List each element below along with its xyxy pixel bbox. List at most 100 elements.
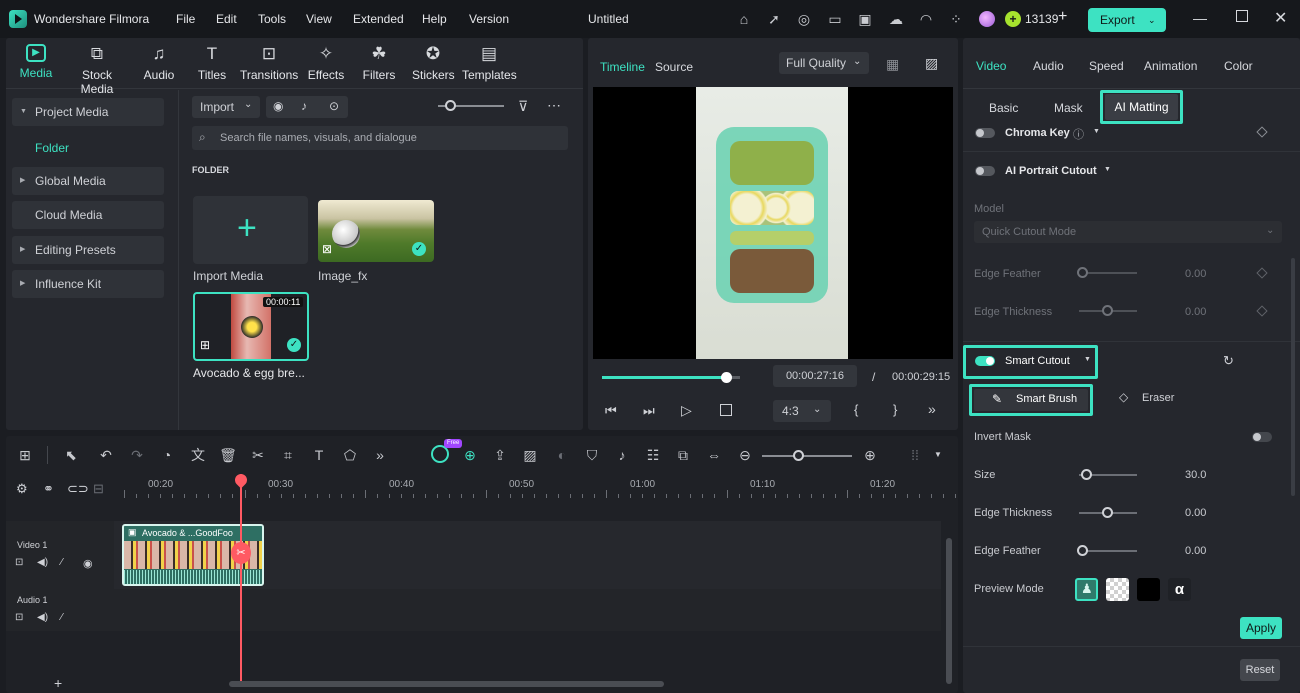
redo-icon[interactable]: ↷ xyxy=(128,446,146,464)
more-controls-icon[interactable]: » xyxy=(928,401,936,417)
tool-stock-media[interactable]: ⧉ Stock Media xyxy=(64,44,130,96)
smart-brush-button[interactable]: ✎ Smart Brush xyxy=(974,389,1088,411)
eraser-button[interactable]: Eraser xyxy=(1142,392,1174,404)
undo-icon[interactable]: ↶ xyxy=(97,446,115,464)
preview-mode-transparent-icon[interactable] xyxy=(1106,578,1129,601)
import-media-tile[interactable]: + xyxy=(193,196,308,264)
link-icon[interactable]: ⊂⊃ xyxy=(67,481,89,497)
invert-mask-toggle[interactable] xyxy=(1252,432,1272,442)
chroma-key-toggle[interactable] xyxy=(975,128,995,138)
caret-down-icon[interactable]: ▼ xyxy=(934,450,942,459)
save-icon[interactable]: ▣ xyxy=(856,10,874,28)
edge-thickness-knob[interactable] xyxy=(1102,305,1113,316)
close-icon[interactable]: ✕ xyxy=(1274,8,1287,28)
tool-audio[interactable]: ♫ Audio xyxy=(140,44,178,82)
media-item-avocado-video[interactable]: 00:00:11 ⊞ ✓ xyxy=(193,292,309,361)
select-tool-icon[interactable]: ⬉ xyxy=(62,446,80,464)
layout-grid-icon[interactable]: ⊞ xyxy=(16,446,34,464)
replace-icon[interactable]: ⇪ xyxy=(491,446,509,464)
voiceover-icon[interactable]: ⊙ xyxy=(329,99,339,113)
unlink-icon[interactable]: ⚭ xyxy=(43,481,54,497)
minimize-icon[interactable]: — xyxy=(1193,10,1207,26)
sidebar-item-editing-presets[interactable]: ▶ Editing Presets xyxy=(12,236,164,264)
shape-icon[interactable]: ⬠ xyxy=(341,446,359,464)
subtab-ai-matting[interactable]: AI Matting xyxy=(1105,94,1178,120)
size-knob[interactable] xyxy=(1081,469,1092,480)
zoom-in-icon[interactable]: ⊕ xyxy=(861,446,879,464)
subtab-basic[interactable]: Basic xyxy=(989,101,1018,115)
sidebar-item-influence-kit[interactable]: ▶ Influence Kit xyxy=(12,270,164,298)
magic-icon[interactable]: ⁄ xyxy=(61,612,63,623)
edge-feather-value[interactable]: 0.00 xyxy=(1185,545,1206,557)
avatar[interactable] xyxy=(979,11,995,27)
tool-media[interactable]: ▶ Media xyxy=(14,44,58,80)
menu-extended[interactable]: Extended xyxy=(353,12,404,26)
menu-version[interactable]: Version xyxy=(469,12,509,26)
tool-templates[interactable]: ▤ Templates xyxy=(462,44,517,82)
more-options-icon[interactable]: ⋯ xyxy=(547,97,561,114)
filter-icon[interactable]: ⊽ xyxy=(518,98,528,115)
eraser-icon[interactable]: ◇ xyxy=(1119,390,1128,404)
community-icon[interactable]: ◎ xyxy=(795,10,813,28)
magic-icon[interactable]: ⁄ xyxy=(61,557,63,568)
tab-color[interactable]: Color xyxy=(1224,59,1253,73)
motion-icon[interactable]: ◐ xyxy=(553,446,571,464)
speed-icon[interactable]: ◔ xyxy=(158,446,176,464)
apps-grid-icon[interactable]: ⁘ xyxy=(947,10,965,28)
search-box[interactable]: ⌕ Search file names, visuals, and dialog… xyxy=(192,126,568,150)
tab-animation[interactable]: Animation xyxy=(1144,59,1197,73)
tool-effects[interactable]: ✧ Effects xyxy=(306,44,346,82)
ai-portrait-toggle[interactable] xyxy=(975,166,995,176)
preview-mode-portrait-icon[interactable]: ♟ xyxy=(1075,578,1098,601)
caret-down-icon[interactable]: ▼ xyxy=(1084,356,1091,363)
tab-audio[interactable]: Audio xyxy=(1033,59,1064,73)
keyframe-icon[interactable]: ⇔ xyxy=(705,446,723,464)
help-icon[interactable]: ⓘ xyxy=(1073,126,1084,142)
grid-view-icon[interactable]: ▦ xyxy=(886,56,899,73)
audio-mixer-icon[interactable]: ☷ xyxy=(644,446,662,464)
audio-track-lane[interactable] xyxy=(114,590,941,631)
model-dropdown[interactable]: Quick Cutout Mode ⌄ xyxy=(974,221,1282,243)
playback-progress[interactable] xyxy=(602,372,740,383)
timeline-horizontal-scrollbar[interactable] xyxy=(229,681,664,687)
previous-frame-icon[interactable]: ⏮ xyxy=(605,403,617,419)
preview-canvas[interactable] xyxy=(593,87,953,359)
mark-out-icon[interactable]: } xyxy=(893,402,897,417)
import-dropdown[interactable]: Import ⌄ xyxy=(192,96,260,118)
add-credits-icon[interactable]: + xyxy=(1058,8,1067,26)
shield-icon[interactable]: ⛉ xyxy=(583,446,601,464)
zoom-slider[interactable] xyxy=(762,455,852,457)
sidebar-item-global-media[interactable]: ▶ Global Media xyxy=(12,167,164,195)
maximize-icon[interactable] xyxy=(1236,10,1248,22)
edge-thickness-value[interactable]: 0.00 xyxy=(1185,507,1206,519)
auto-caption-icon[interactable]: 文 xyxy=(189,446,207,464)
tab-timeline[interactable]: Timeline xyxy=(600,60,645,74)
stop-icon[interactable] xyxy=(720,404,732,416)
apply-button[interactable]: Apply xyxy=(1240,617,1282,639)
text-icon[interactable]: T xyxy=(310,446,328,464)
snapshot-icon[interactable]: ▨ xyxy=(925,55,938,72)
headset-icon[interactable]: ◠ xyxy=(917,10,935,28)
zoom-out-icon[interactable]: ⊖ xyxy=(736,446,754,464)
caret-down-icon[interactable]: ▼ xyxy=(1104,166,1111,173)
eye-icon[interactable]: ◉ xyxy=(83,557,93,570)
delete-icon[interactable]: 🗑 xyxy=(219,446,237,464)
media-item-image-fx[interactable]: ⊠ ✓ xyxy=(318,200,434,262)
auto-reframe-icon[interactable]: ⧉ xyxy=(674,446,692,464)
aspect-ratio-dropdown[interactable]: 4:3 ⌄ xyxy=(773,400,831,422)
speaker-icon[interactable]: ◀) xyxy=(37,557,48,568)
lock-icon[interactable]: ⊡ xyxy=(15,557,23,568)
tool-filters[interactable]: ☘ Filters xyxy=(362,44,396,82)
next-frame-icon[interactable]: ⏭ xyxy=(643,403,655,419)
edge-feather-knob[interactable] xyxy=(1077,545,1088,556)
send-icon[interactable]: ➚ xyxy=(765,10,783,28)
tab-source[interactable]: Source xyxy=(655,60,693,74)
tool-titles[interactable]: T Titles xyxy=(194,44,230,82)
current-time[interactable]: 00:00:27:16 xyxy=(773,365,857,387)
playhead[interactable] xyxy=(240,474,242,686)
menu-help[interactable]: Help xyxy=(422,12,447,26)
layout-icon[interactable]: ▭ xyxy=(826,10,844,28)
caret-down-icon[interactable]: ▼ xyxy=(1093,128,1100,135)
track-layout-icon[interactable]: ⁞⁞ xyxy=(906,446,924,464)
tool-transitions[interactable]: ⊡ Transitions xyxy=(240,44,298,82)
